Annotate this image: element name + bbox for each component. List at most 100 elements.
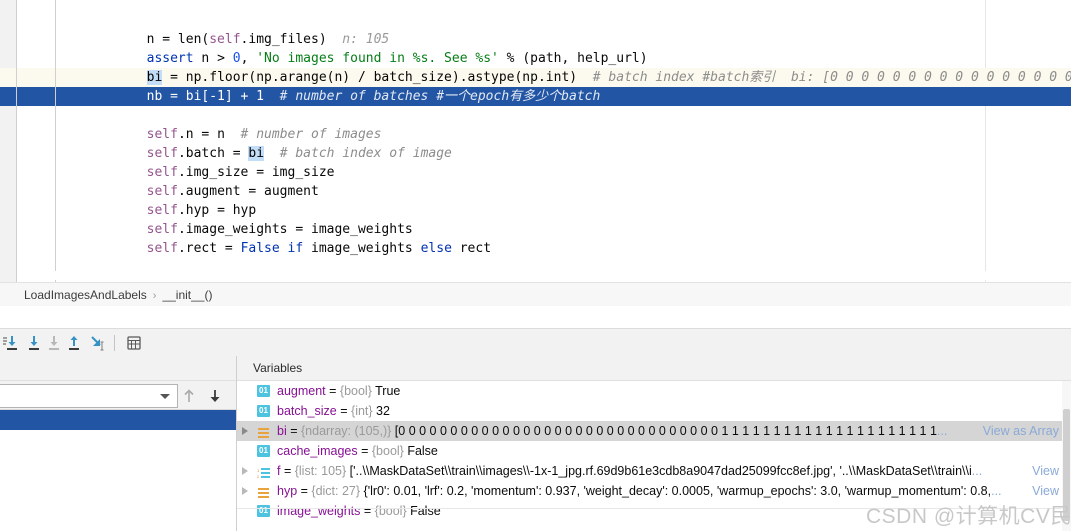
code-token: n = bbox=[84, 32, 178, 47]
code-line[interactable]: self.rect = False if image_weights else … bbox=[56, 239, 1071, 258]
code-token: self bbox=[146, 184, 178, 199]
annotation-exec-line bbox=[0, 87, 16, 106]
code-line[interactable]: self.hyp = hyp bbox=[56, 201, 1071, 220]
editor-gutter[interactable] bbox=[17, 0, 56, 282]
variable-row[interactable]: hyp = {dict: 27} {'lr0': 0.01, 'lrf': 0.… bbox=[237, 481, 1071, 501]
variable-row[interactable]: 12 f = {list: 105} ['..\\MaskDataSet\\tra… bbox=[237, 461, 1071, 481]
code-token: image_weights bbox=[303, 241, 421, 256]
code-line[interactable]: assert n > 0, 'No images found in %s. Se… bbox=[56, 49, 1071, 68]
variable-row[interactable]: bi = {ndarray: (105,)} [0 0 0 0 0 0 0 0 … bbox=[237, 421, 1071, 441]
annotation-caret-line bbox=[0, 68, 16, 87]
code-line[interactable]: self.batch = bi # batch index of image bbox=[56, 144, 1071, 163]
variable-row[interactable]: 01 batch_size = {int} 32 bbox=[237, 401, 1071, 421]
svg-text:2: 2 bbox=[257, 474, 260, 479]
force-step-into-icon[interactable] bbox=[44, 333, 64, 353]
code-line-text: nb = bi[-1] + 1 # number of batches #一个e… bbox=[84, 87, 601, 106]
code-token: self bbox=[146, 165, 178, 180]
code-line[interactable]: self.image_weights = image_weights bbox=[56, 220, 1071, 239]
code-token: n > bbox=[193, 51, 233, 66]
variable-name: image_weights = {bool} False bbox=[277, 504, 441, 518]
code-token: 0 bbox=[232, 51, 241, 66]
variable-row[interactable]: 01 augment = {bool} True bbox=[237, 381, 1071, 401]
code-token: 'No images found in %s. See %s' bbox=[256, 51, 499, 66]
code-line[interactable]: bi = np.floor(np.arange(n) / batch_size)… bbox=[56, 68, 1071, 87]
code-token: % (path, help_url) bbox=[498, 51, 648, 66]
editor-annotation-strip[interactable] bbox=[0, 0, 17, 282]
variables-pane-header: Variables bbox=[237, 356, 1071, 381]
debugger-toolbar[interactable] bbox=[0, 328, 1071, 358]
variable-type: {list: 105} bbox=[294, 464, 347, 478]
variable-view-link[interactable]: View bbox=[1032, 461, 1059, 481]
code-line[interactable]: nb = bi[-1] + 1 # number of batches #一个e… bbox=[56, 87, 1071, 106]
list-icon: 12 bbox=[257, 465, 270, 479]
primitive-icon: 01 bbox=[257, 405, 270, 417]
variable-name: cache_images = {bool} False bbox=[277, 444, 438, 458]
variable-name: bi = {ndarray: (105,)} [0 0 0 0 0 0 0 0 … bbox=[277, 424, 948, 438]
primitive-icon: 01 bbox=[257, 385, 270, 397]
variable-value: False bbox=[406, 504, 441, 518]
code-token: assert bbox=[146, 51, 194, 66]
code-token: bi bbox=[146, 70, 163, 85]
code-line[interactable]: self.n = n # number of images bbox=[56, 125, 1071, 144]
primitive-icon: 01 bbox=[257, 445, 270, 457]
variable-view-link[interactable]: View bbox=[1032, 481, 1059, 501]
thread-selector[interactable] bbox=[0, 384, 178, 408]
code-surface[interactable]: n = len(self.img_files) n: 105 assert n … bbox=[56, 0, 1071, 282]
chevron-down-icon[interactable] bbox=[160, 394, 170, 399]
code-line[interactable]: n = len(self.img_files) n: 105 bbox=[56, 30, 1071, 49]
variable-type: {bool} bbox=[374, 504, 407, 518]
frames-list[interactable] bbox=[0, 410, 236, 531]
step-into-icon[interactable] bbox=[24, 333, 44, 353]
code-editor[interactable]: n = len(self.img_files) n: 105 assert n … bbox=[0, 0, 1071, 282]
frames-toolbar[interactable] bbox=[0, 381, 236, 410]
frames-nav-down-button[interactable] bbox=[205, 386, 225, 406]
gutter-caret-line bbox=[17, 68, 55, 87]
frame-row-selected[interactable] bbox=[0, 410, 236, 430]
breadcrumb-method[interactable]: __init__() bbox=[162, 288, 212, 302]
variable-view-link[interactable]: View as Array bbox=[983, 421, 1059, 441]
code-line[interactable]: self.img_size = img_size bbox=[56, 163, 1071, 182]
expand-triangle-icon[interactable] bbox=[242, 487, 248, 495]
breadcrumb-separator-icon: › bbox=[152, 290, 157, 302]
variable-name: f = {list: 105} ['..\\MaskDataSet\\train… bbox=[277, 464, 983, 478]
variable-type: {bool} bbox=[339, 384, 372, 398]
code-token: self bbox=[146, 203, 178, 218]
breadcrumb-bar: LoadImagesAndLabels › __init__() bbox=[0, 282, 1071, 308]
variable-row[interactable]: 01 cache_images = {bool} False bbox=[237, 441, 1071, 461]
editor-hscrollbar-track[interactable] bbox=[17, 271, 1071, 280]
code-line[interactable] bbox=[56, 11, 1071, 30]
code-line-text: bi = np.floor(np.arange(n) / batch_size)… bbox=[84, 68, 1071, 87]
step-out-icon[interactable] bbox=[64, 333, 84, 353]
breadcrumb[interactable]: LoadImagesAndLabels › __init__() bbox=[24, 283, 212, 307]
code-line[interactable]: self.augment = augment bbox=[56, 182, 1071, 201]
code-line-text: self.batch = bi # batch index of image bbox=[84, 144, 452, 163]
code-token: = np.floor(np.arange(n) / batch_size).as… bbox=[162, 70, 578, 85]
evaluate-expression-icon[interactable] bbox=[124, 333, 144, 353]
expand-triangle-icon[interactable] bbox=[242, 467, 248, 475]
expand-triangle-icon[interactable] bbox=[242, 427, 248, 435]
dict-icon bbox=[257, 485, 270, 498]
code-line[interactable] bbox=[56, 106, 1071, 125]
code-line-text: self.n = n # number of images bbox=[84, 125, 382, 144]
code-token: bi bbox=[248, 146, 265, 161]
frames-pane[interactable] bbox=[0, 356, 237, 531]
svg-text:1: 1 bbox=[257, 468, 260, 473]
variable-value: False bbox=[403, 444, 438, 458]
code-token: .rect = bbox=[177, 241, 241, 256]
code-token: .hyp = hyp bbox=[177, 203, 257, 218]
code-token: self bbox=[146, 127, 178, 142]
breadcrumb-class[interactable]: LoadImagesAndLabels bbox=[24, 288, 147, 302]
frames-nav-up-button[interactable] bbox=[179, 386, 199, 406]
step-over-icon[interactable] bbox=[0, 333, 20, 353]
editor-debugger-gap bbox=[0, 306, 1071, 328]
code-token: n: 105 bbox=[326, 32, 390, 47]
code-token: # number of images bbox=[224, 127, 382, 142]
variable-value: {'lr0': 0.01, 'lrf': 0.2, 'momentum': 0.… bbox=[360, 484, 992, 498]
run-to-cursor-icon[interactable] bbox=[88, 333, 108, 353]
